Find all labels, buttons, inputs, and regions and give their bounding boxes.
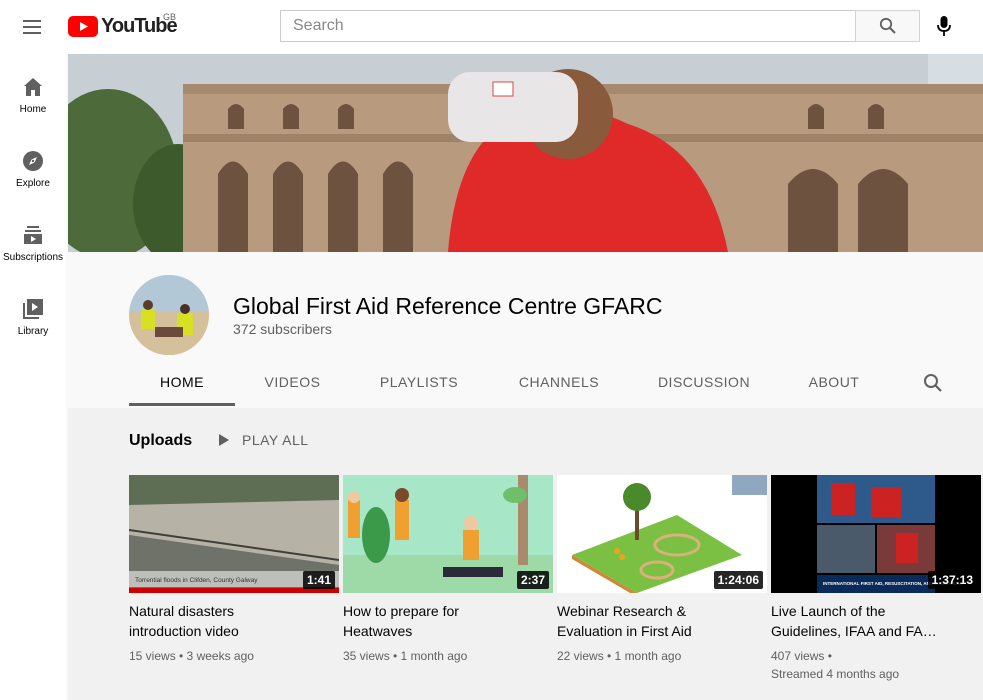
video-meta: 22 views • 1 month ago — [557, 649, 682, 663]
video-thumbnail[interactable]: 2:37 — [343, 475, 553, 593]
shelf-title: Uploads — [129, 432, 193, 449]
video-thumbnail[interactable]: Torrential floods in Clifden, County Gal… — [129, 475, 339, 593]
sidebar-item-subscriptions[interactable]: Subscriptions — [0, 208, 66, 282]
subscriptions-icon — [24, 226, 42, 244]
search-button[interactable] — [855, 10, 920, 42]
search-input[interactable] — [293, 17, 844, 35]
subscriber-count: 372 subscribers — [233, 321, 332, 337]
channel-search-button[interactable] — [923, 373, 943, 398]
play-all-button[interactable]: PLAY ALL — [218, 432, 309, 448]
channel-header: Global First Aid Reference Centre GFARC … — [68, 258, 983, 408]
video-card[interactable]: 2:37 How to prepare for Heatwaves 35 vie… — [343, 475, 553, 665]
channel-banner — [68, 54, 983, 252]
play-icon — [219, 434, 229, 446]
sidebar-label: Home — [19, 104, 47, 115]
search-box — [280, 10, 856, 42]
top-bar: YouTube GB — [0, 0, 983, 54]
video-streamed-date: Streamed 4 months ago — [771, 667, 900, 681]
sidebar-item-explore[interactable]: Explore — [0, 134, 66, 208]
sidebar-label: Library — [17, 326, 49, 337]
video-meta: 35 views • 1 month ago — [343, 649, 468, 663]
video-title[interactable]: Natural disasters introduction video — [129, 601, 329, 641]
search-icon — [924, 374, 942, 392]
video-title[interactable]: Live Launch of the Guidelines, IFAA and … — [771, 601, 971, 641]
video-card[interactable]: Torrential floods in Clifden, County Gal… — [129, 475, 339, 665]
video-title-line: Guidelines, IFAA and FA… — [771, 623, 937, 639]
video-title-line: How to prepare for — [343, 603, 459, 619]
video-duration: 2:37 — [516, 571, 549, 589]
tab-channels[interactable]: CHANNELS — [505, 362, 613, 406]
tab-home[interactable]: HOME — [129, 362, 235, 406]
compass-icon — [23, 151, 43, 171]
tab-about[interactable]: ABOUT — [797, 362, 871, 406]
video-title[interactable]: How to prepare for Heatwaves — [343, 601, 543, 641]
video-card[interactable]: INTERNATIONAL FIRST AID, RESUSCITATION, … — [771, 475, 981, 683]
sidebar: Home Explore Subscriptions Library — [0, 54, 66, 700]
banner-image — [68, 54, 983, 252]
channel-avatar[interactable] — [129, 275, 209, 355]
video-views: 407 views • — [771, 649, 832, 663]
tab-discussion[interactable]: DISCUSSION — [649, 362, 759, 406]
sidebar-item-home[interactable]: Home — [0, 60, 66, 134]
video-thumbnail[interactable]: 1:24:06 — [557, 475, 767, 593]
voice-search-button[interactable] — [931, 13, 957, 39]
video-thumbnail[interactable]: INTERNATIONAL FIRST AID, RESUSCITATION, … — [771, 475, 981, 593]
thumbnail-caption: Torrential floods in Clifden, County Gal… — [135, 577, 258, 584]
video-duration: 1:24:06 — [713, 571, 763, 589]
sidebar-label: Subscriptions — [2, 252, 64, 263]
menu-icon[interactable] — [20, 15, 44, 39]
play-all-label: PLAY ALL — [242, 432, 309, 448]
home-icon — [24, 78, 42, 96]
search-icon — [879, 17, 896, 34]
tab-videos[interactable]: VIDEOS — [244, 362, 341, 406]
video-meta: 407 views • Streamed 4 months ago — [771, 647, 981, 683]
video-duration: 1:41 — [302, 571, 335, 589]
video-card[interactable]: 1:24:06 Webinar Research & Evaluation in… — [557, 475, 767, 665]
video-title-line: Heatwaves — [343, 623, 413, 639]
sidebar-item-library[interactable]: Library — [0, 282, 66, 356]
youtube-play-icon — [68, 15, 98, 37]
avatar-image — [129, 275, 209, 355]
channel-title: Global First Aid Reference Centre GFARC — [233, 293, 663, 319]
video-title-line: introduction video — [129, 623, 239, 639]
video-title-line: Evaluation in First Aid — [557, 623, 692, 639]
video-meta: 15 views • 3 weeks ago — [129, 649, 254, 663]
video-title-line: Webinar Research & — [557, 603, 686, 619]
youtube-logo[interactable]: YouTube GB — [68, 12, 178, 38]
sidebar-label: Explore — [16, 178, 50, 189]
library-icon — [23, 299, 43, 319]
video-title-line: Live Launch of the — [771, 603, 886, 619]
tab-playlists[interactable]: PLAYLISTS — [367, 362, 471, 406]
region-code: GB — [163, 12, 177, 22]
video-duration: 1:37:13 — [927, 571, 977, 589]
microphone-icon — [937, 16, 951, 36]
video-title[interactable]: Webinar Research & Evaluation in First A… — [557, 601, 757, 641]
video-title-line: Natural disasters — [129, 603, 235, 619]
